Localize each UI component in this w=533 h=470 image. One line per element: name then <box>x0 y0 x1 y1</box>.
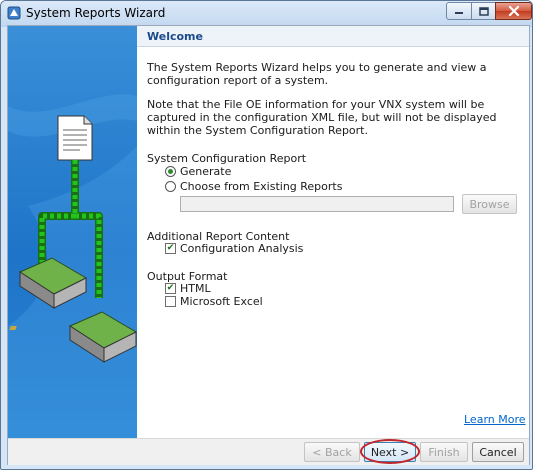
choose-existing-radio-option[interactable]: Choose from Existing Reports <box>165 180 342 193</box>
wizard-content: Welcome The System Reports Wizard helps … <box>137 26 529 438</box>
generate-radio-option[interactable]: Generate <box>165 165 231 178</box>
generate-label: Generate <box>180 165 232 178</box>
html-checkbox[interactable]: ✔ <box>165 283 176 294</box>
side-panel <box>8 26 137 438</box>
intro-text: The System Reports Wizard helps you to g… <box>147 61 487 87</box>
maximize-icon <box>478 6 489 16</box>
title-bar[interactable]: System Reports Wizard <box>1 1 532 26</box>
wizard-footer: < Back Next > Finish Cancel <box>8 438 529 465</box>
learn-more-link[interactable]: Learn More <box>464 413 526 426</box>
note-text: Note that the File OE information for yo… <box>147 98 497 137</box>
back-button[interactable]: < Back <box>304 442 360 462</box>
heading-bar: Welcome <box>137 26 529 47</box>
finish-button[interactable]: Finish <box>420 442 468 462</box>
excel-label: Microsoft Excel <box>180 295 263 308</box>
system-config-label: System Configuration Report <box>147 152 307 165</box>
document-to-storage-arrays-illustration <box>8 94 137 438</box>
wizard-window: System Reports Wizard Welcome The System… <box>0 0 533 470</box>
choose-existing-label: Choose from Existing Reports <box>180 180 343 193</box>
report-path-field[interactable] <box>180 196 454 212</box>
close-button[interactable] <box>495 2 532 20</box>
minimize-button[interactable] <box>446 2 472 20</box>
window-title: System Reports Wizard <box>26 6 166 20</box>
close-icon <box>508 6 519 16</box>
configuration-analysis-label: Configuration Analysis <box>180 242 304 255</box>
configuration-analysis-checkbox[interactable]: ✔ <box>165 243 176 254</box>
html-format-option[interactable]: ✔ HTML <box>165 282 211 295</box>
excel-format-option[interactable]: Microsoft Excel <box>165 295 263 308</box>
choose-existing-radio[interactable] <box>165 181 176 192</box>
minimize-icon <box>455 12 463 14</box>
page-title: Welcome <box>147 30 203 43</box>
excel-checkbox[interactable] <box>165 296 176 307</box>
browse-button[interactable]: Browse <box>462 194 517 214</box>
wizard-app-icon <box>7 6 21 20</box>
maximize-button[interactable] <box>471 2 496 20</box>
wizard-client-area: Welcome The System Reports Wizard helps … <box>7 25 530 465</box>
html-label: HTML <box>180 282 211 295</box>
cancel-button[interactable]: Cancel <box>472 442 524 462</box>
generate-radio[interactable] <box>165 166 176 177</box>
configuration-analysis-option[interactable]: ✔ Configuration Analysis <box>165 242 303 255</box>
next-button-highlight <box>360 439 420 464</box>
